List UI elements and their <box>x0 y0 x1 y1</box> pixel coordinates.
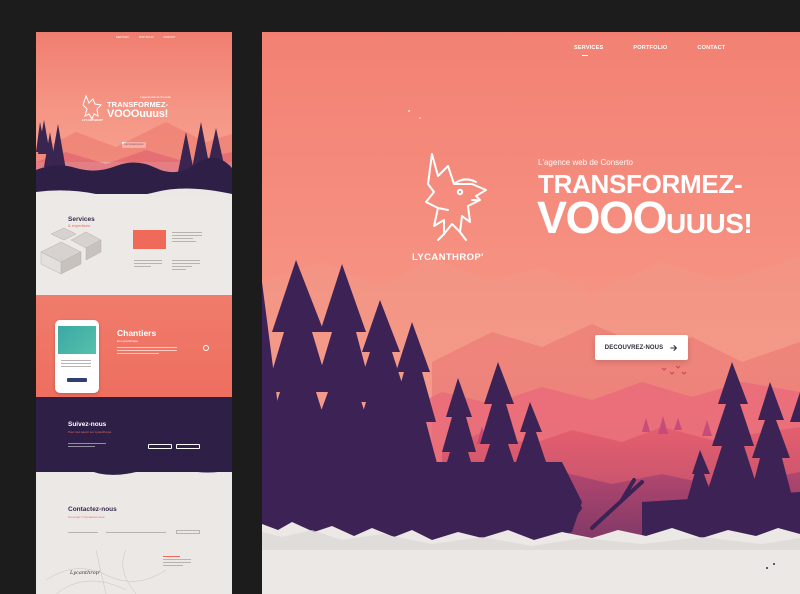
thumb-forest-illustration <box>36 120 232 202</box>
discover-button[interactable]: DECOUVREZ-NOUS <box>595 335 688 360</box>
full-page-preview: SERVICES PORTFOLIO CONTACT LYCANTHROP' L… <box>36 32 232 594</box>
thumb-chantiers-title: Chantiers <box>117 328 157 338</box>
thumb-phone-mockup <box>55 320 99 393</box>
thumb-chantiers-subtitle: En Lycanthrope <box>117 339 138 343</box>
thumb-social-button-1[interactable] <box>148 444 172 449</box>
thumb-contact-field-1[interactable] <box>68 532 98 533</box>
nav-item-services[interactable]: SERVICES <box>574 45 603 56</box>
discover-button-label: DECOUVREZ-NOUS <box>604 344 664 351</box>
thumb-map-illustration: Lycanthrop' <box>46 550 166 594</box>
thumb-map-label: Lycanthrop' <box>69 570 100 576</box>
thumb-chantiers-text <box>117 347 177 356</box>
thumb-services-section: Services & expertises <box>36 194 232 299</box>
thumb-suivez-text <box>68 443 106 449</box>
thumb-nav: SERVICES PORTFOLIO CONTACT <box>116 36 176 39</box>
thumb-suivez-subtitle: Pour tout savoir sur Lycanthrope <box>68 430 112 434</box>
thumb-service-text-2 <box>134 260 162 269</box>
thumb-hero: SERVICES PORTFOLIO CONTACT LYCANTHROP' L… <box>36 32 232 202</box>
thumb-contact-section: Contactez-nous Un projet ? Contactez-nou… <box>36 462 232 594</box>
landscape-illustration <box>262 110 800 594</box>
thumb-suivez-title: Suivez-nous <box>68 421 107 428</box>
thumb-contact-field-2[interactable] <box>106 532 166 533</box>
thumb-social-button-2[interactable] <box>176 444 200 449</box>
thumb-nav-services[interactable]: SERVICES <box>116 36 129 39</box>
logo-wordmark: LYCANTHROP' <box>412 252 484 263</box>
thumb-contact-subtitle: Un projet ? Contactez-nous <box>68 515 105 519</box>
hero-title-small: UUUS! <box>666 208 753 239</box>
hero-tagline: L'agence web de Conserto <box>538 158 633 167</box>
wolf-logo-icon <box>425 153 487 241</box>
main-nav: SERVICES PORTFOLIO CONTACT <box>574 45 725 56</box>
thumb-services-title: Services <box>68 216 95 223</box>
thumb-service-text-3 <box>172 260 200 272</box>
thumb-address-text <box>163 556 191 568</box>
thumb-carousel-next-icon[interactable] <box>203 345 209 351</box>
thumb-nav-portfolio[interactable]: PORTFOLIO <box>139 36 154 39</box>
thumb-contact-title: Contactez-nous <box>68 506 117 513</box>
hero-section: SERVICES PORTFOLIO CONTACT LYCANTHROP' L… <box>262 32 800 594</box>
thumb-services-subtitle: & expertises <box>68 223 91 228</box>
thumb-chantiers-section: Chantiers En Lycanthrope <box>36 295 232 400</box>
thumb-nav-contact[interactable]: CONTACT <box>164 36 176 39</box>
thumb-torn-edge <box>36 462 232 475</box>
thumb-isometric-city-illustration <box>40 227 102 275</box>
hero-title-line-2: VOOOUUUS! <box>537 192 753 243</box>
thumb-contact-send-button[interactable] <box>176 530 200 534</box>
hero-title-big: VOOO <box>537 192 668 243</box>
nav-item-contact[interactable]: CONTACT <box>697 45 725 51</box>
nav-item-portfolio[interactable]: PORTFOLIO <box>633 45 667 51</box>
thumb-service-card[interactable] <box>133 230 166 249</box>
thumb-service-text <box>172 232 202 244</box>
arrow-right-icon <box>670 344 678 351</box>
dribbble-shot: SERVICES PORTFOLIO CONTACT LYCANTHROP' L… <box>0 0 800 594</box>
